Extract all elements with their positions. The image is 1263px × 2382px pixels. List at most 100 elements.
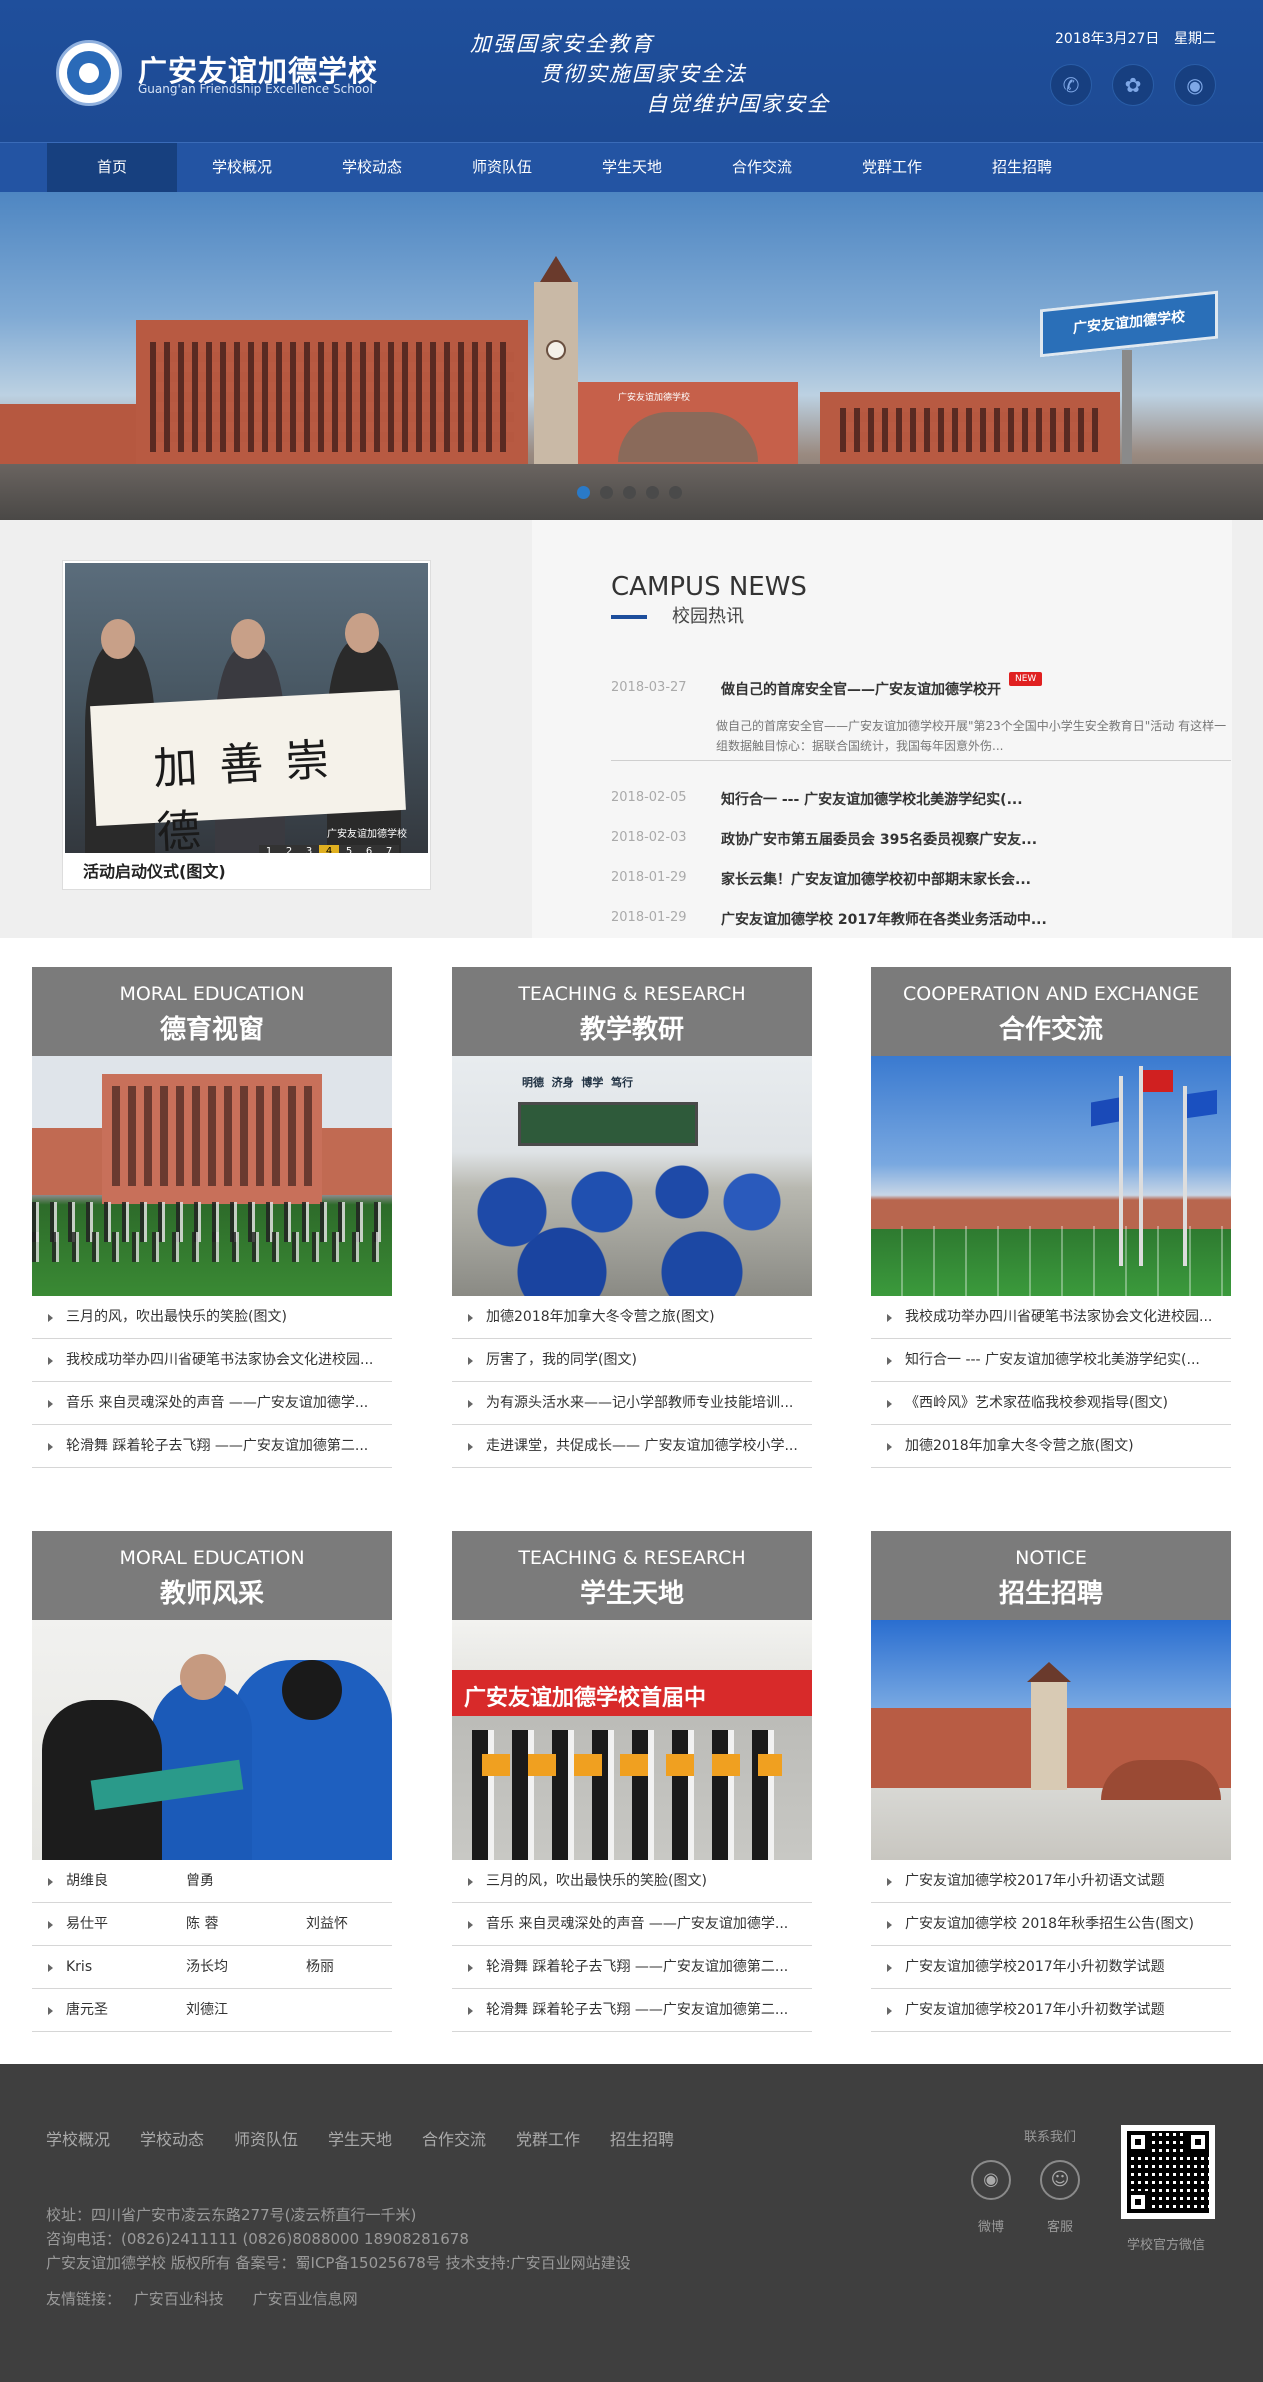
news-item[interactable]: 知行合一 --- 广安友谊加德学校北美游学纪实(...	[721, 789, 1023, 809]
school-emblem-logo[interactable]	[56, 40, 122, 106]
list-item[interactable]: 音乐 来自灵魂深处的声音 ——广安友谊加德学...	[32, 1382, 392, 1425]
card-image[interactable]	[32, 1056, 392, 1296]
photo-page-3[interactable]: 3	[299, 845, 319, 853]
campus-banner-slideshow[interactable]: 广安友谊加德学校 广安友谊加德学校	[0, 192, 1263, 520]
friend-link[interactable]: 广安百业科技	[134, 2290, 224, 2308]
nav-item-party-work[interactable]: 党群工作	[827, 143, 957, 192]
banner-dot-4[interactable]	[646, 486, 659, 499]
nav-item-faculty[interactable]: 师资队伍	[437, 143, 567, 192]
nav-item-home[interactable]: 首页	[47, 143, 177, 192]
list-item[interactable]: 三月的风，吹出最快乐的笑脸(图文)	[32, 1296, 392, 1339]
teacher-name[interactable]: 杨丽	[306, 1946, 392, 1988]
news-photo[interactable]: 加善崇德 广安友谊加德学校 1234567	[65, 563, 428, 853]
card-header[interactable]: TEACHING & RESEARCH 教学教研	[452, 967, 812, 1056]
list-item[interactable]: 广安友谊加德学校 2018年秋季招生公告(图文)	[871, 1903, 1231, 1946]
banner-dot-3[interactable]	[623, 486, 636, 499]
footer-nav-item[interactable]: 学校动态	[140, 2126, 204, 2150]
teacher-name[interactable]: 刘德江	[186, 1989, 306, 2031]
nav-item-recruitment[interactable]: 招生招聘	[957, 143, 1087, 192]
list-item[interactable]: 知行合一 --- 广安友谊加德学校北美游学纪实(...	[871, 1339, 1231, 1382]
card-header[interactable]: MORAL EDUCATION 教师风采	[32, 1531, 392, 1620]
footer-nav-item[interactable]: 学校概况	[46, 2126, 110, 2150]
card-image[interactable]: 明德 济身 博学 笃行	[452, 1056, 812, 1296]
banner-clock-tower	[534, 256, 578, 472]
campus-news-title: CAMPUS NEWS	[611, 572, 807, 602]
list-item[interactable]: 音乐 来自灵魂深处的声音 ——广安友谊加德学...	[452, 1903, 812, 1946]
nav-item-school-news[interactable]: 学校动态	[307, 143, 437, 192]
news-featured-excerpt: 做自己的首席安全官——广安友谊加德学校开展"第23个全国中小学生安全教育日"活动…	[716, 719, 1227, 753]
footer-nav-item[interactable]: 招生招聘	[610, 2126, 674, 2150]
site-footer: 学校概况 学校动态 师资队伍 学生天地 合作交流 党群工作 招生招聘 校址：四川…	[0, 2064, 1263, 2382]
phone-icon[interactable]: ✆	[1050, 64, 1092, 106]
banner-dot-1[interactable]	[577, 486, 590, 499]
teacher-name[interactable]: 陈 蓉	[186, 1903, 306, 1945]
news-item[interactable]: 家长云集！广安友谊加德学校初中部期末家长会...	[721, 869, 1031, 889]
teacher-name[interactable]: 曾勇	[186, 1860, 306, 1902]
banner-dot-5[interactable]	[669, 486, 682, 499]
weibo-icon[interactable]: ◉	[1174, 64, 1216, 106]
footer-nav-item[interactable]: 师资队伍	[234, 2126, 298, 2150]
news-featured-title[interactable]: 做自己的首席安全官——广安友谊加德学校开	[721, 679, 1001, 699]
teacher-name[interactable]: 刘益怀	[306, 1903, 392, 1945]
list-item[interactable]: 我校成功举办四川省硬笔书法家协会文化进校园...	[871, 1296, 1231, 1339]
nav-item-students[interactable]: 学生天地	[567, 143, 697, 192]
photo-page-7[interactable]: 7	[379, 845, 399, 853]
banner-dot-2[interactable]	[600, 486, 613, 499]
teacher-row: 易仕平陈 蓉刘益怀	[32, 1903, 392, 1946]
nav-item-cooperation[interactable]: 合作交流	[697, 143, 827, 192]
card-header[interactable]: MORAL EDUCATION 德育视窗	[32, 967, 392, 1056]
card-image[interactable]	[871, 1620, 1231, 1860]
customer-service-icon[interactable]: ☺	[1040, 2160, 1080, 2200]
friend-link[interactable]: 广安百业信息网	[253, 2290, 358, 2308]
list-item[interactable]: 广安友谊加德学校2017年小升初数学试题	[871, 1946, 1231, 1989]
list-item[interactable]: 广安友谊加德学校2017年小升初数学试题	[871, 1989, 1231, 2032]
wechat-icon[interactable]: ✿	[1112, 64, 1154, 106]
news-item[interactable]: 政协广安市第五届委员会 395名委员视察广安友...	[721, 829, 1037, 849]
news-photo-slider[interactable]: 加善崇德 广安友谊加德学校 1234567 活动启动仪式(图文)	[62, 560, 431, 890]
main-nav: 首页 学校概况 学校动态 师资队伍 学生天地 合作交流 党群工作 招生招聘	[0, 142, 1263, 192]
card-header[interactable]: NOTICE 招生招聘	[871, 1531, 1231, 1620]
photo-page-2[interactable]: 2	[279, 845, 299, 853]
list-item[interactable]: 轮滑舞 踩着轮子去飞翔 ——广安友谊加德第二...	[452, 1946, 812, 1989]
teacher-name[interactable]: 易仕平	[66, 1903, 186, 1945]
card-title-cn: 教师风采	[159, 1579, 264, 1609]
photo-page-4[interactable]: 4	[319, 845, 339, 853]
photo-page-1[interactable]: 1	[259, 845, 279, 853]
news-date: 2018-02-03	[611, 830, 687, 845]
teacher-name[interactable]: 唐元圣	[66, 1989, 186, 2031]
teacher-name[interactable]: Kris	[66, 1946, 186, 1988]
card-header[interactable]: TEACHING & RESEARCH 学生天地	[452, 1531, 812, 1620]
list-item[interactable]: 加德2018年加拿大冬令营之旅(图文)	[871, 1425, 1231, 1468]
list-item[interactable]: 《西岭风》艺术家莅临我校参观指导(图文)	[871, 1382, 1231, 1425]
news-date: 2018-02-05	[611, 790, 687, 805]
footer-nav-item[interactable]: 合作交流	[422, 2126, 486, 2150]
photo-page-6[interactable]: 6	[359, 845, 379, 853]
teacher-name[interactable]: 胡维良	[66, 1860, 186, 1902]
teacher-name[interactable]: 汤长均	[186, 1946, 306, 1988]
list-item[interactable]: 加德2018年加拿大冬令营之旅(图文)	[452, 1296, 812, 1339]
card-image[interactable]	[32, 1620, 392, 1860]
news-photo-caption[interactable]: 活动启动仪式(图文)	[83, 858, 226, 882]
weibo-icon[interactable]: ◉	[971, 2160, 1011, 2200]
list-item[interactable]: 三月的风，吹出最快乐的笑脸(图文)	[452, 1860, 812, 1903]
teacher-row: Kris 汤长均 杨丽	[32, 1946, 392, 1989]
list-item[interactable]: 厉害了，我的同学(图文)	[452, 1339, 812, 1382]
news-item[interactable]: 广安友谊加德学校 2017年教师在各类业务活动中...	[721, 909, 1047, 929]
footer-nav-item[interactable]: 党群工作	[516, 2126, 580, 2150]
card-image[interactable]: 广安友谊加德学校首届中	[452, 1620, 812, 1860]
list-item[interactable]: 为有源头活水来——记小学部教师专业技能培训...	[452, 1382, 812, 1425]
footer-nav-item[interactable]: 学生天地	[328, 2126, 392, 2150]
teacher-row: 胡维良 曾勇	[32, 1860, 392, 1903]
list-item[interactable]: 广安友谊加德学校2017年小升初语文试题	[871, 1860, 1231, 1903]
card-image[interactable]	[871, 1056, 1231, 1296]
card-title-cn: 招生招聘	[998, 1579, 1103, 1609]
list-item[interactable]: 轮滑舞 踩着轮子去飞翔 ——广安友谊加德第二...	[32, 1425, 392, 1468]
list-item[interactable]: 轮滑舞 踩着轮子去飞翔 ——广安友谊加德第二...	[452, 1989, 812, 2032]
banner-gate: 广安友谊加德学校	[578, 382, 798, 464]
weibo-label: 微博	[978, 2220, 1005, 2235]
card-header[interactable]: COOPERATION AND EXCHANGE 合作交流	[871, 967, 1231, 1056]
list-item[interactable]: 走进课堂，共促成长—— 广安友谊加德学校小学...	[452, 1425, 812, 1468]
photo-page-5[interactable]: 5	[339, 845, 359, 853]
list-item[interactable]: 我校成功举办四川省硬笔书法家协会文化进校园...	[32, 1339, 392, 1382]
nav-item-school-overview[interactable]: 学校概况	[177, 143, 307, 192]
